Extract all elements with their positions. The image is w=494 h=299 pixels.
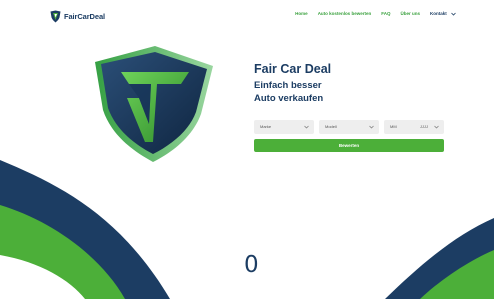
month-select-label: MM <box>390 124 397 129</box>
hero-title: Fair Car Deal <box>254 62 332 76</box>
hero-subtitle-line1: Einfach besser <box>254 80 322 91</box>
hero-shield-logo-icon <box>95 46 213 162</box>
nav-item-home[interactable]: Home <box>295 11 308 16</box>
evaluate-button[interactable]: Bewerten <box>254 139 444 152</box>
chevron-down-icon <box>369 125 374 129</box>
brand-link[interactable]: FairCarDeal <box>50 8 105 24</box>
nav-item-auto-bewerten[interactable]: Auto kostenlos bewerten <box>318 11 372 16</box>
brand-name: FairCarDeal <box>64 11 106 21</box>
chevron-down-icon <box>304 125 309 129</box>
model-select[interactable]: Modell <box>319 120 379 134</box>
nav-item-kontakt-label: Kontakt <box>429 11 447 16</box>
model-select-label: Modell <box>325 124 337 129</box>
year-select-value: JJJJ <box>420 124 428 129</box>
nav-item-kontakt[interactable]: Kontakt <box>430 11 456 16</box>
hero-subtitle-line2: Auto verkaufen <box>254 93 324 104</box>
main-nav: Home Auto kostenlos bewerten FAQ Über un… <box>285 11 456 16</box>
nav-item-faq[interactable]: FAQ <box>381 11 390 16</box>
make-select-label: Marke <box>260 124 272 129</box>
site-header: FairCarDeal Home Auto kostenlos bewerten… <box>0 0 494 32</box>
make-select[interactable]: Marke <box>254 120 314 134</box>
chevron-down-icon <box>451 12 456 16</box>
nav-item-ueber-uns[interactable]: Über uns <box>400 11 420 16</box>
chevron-down-icon <box>434 125 439 129</box>
counter-value: 0 <box>244 252 259 278</box>
shield-logo-icon <box>50 10 61 22</box>
registration-date-select[interactable]: MM JJJJ <box>384 120 444 134</box>
